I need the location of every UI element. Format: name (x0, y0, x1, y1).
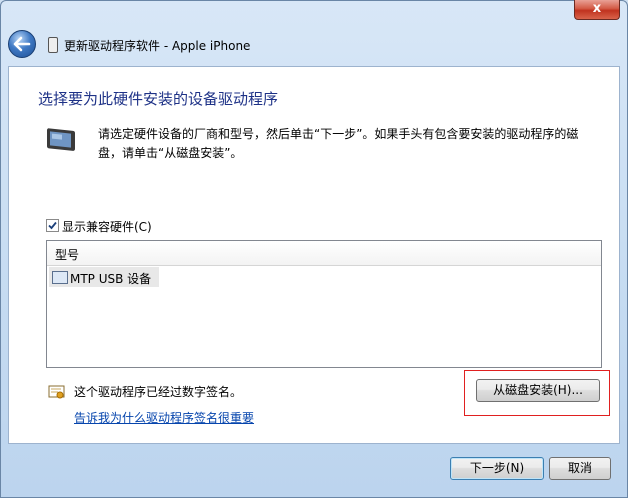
title-bar: 更新驱动程序软件 - Apple iPhone (8, 30, 608, 60)
instruction-text: 请选定硬件设备的厂商和型号，然后单击“下一步”。如果手头有包含要安装的驱动程序的… (98, 127, 579, 160)
model-list-header[interactable]: 型号 (47, 241, 601, 266)
back-arrow-icon (13, 36, 31, 52)
certificate-icon (48, 385, 65, 399)
page-heading: 选择要为此硬件安装的设备驱动程序 (38, 90, 279, 108)
have-disk-button[interactable]: 从磁盘安装(H)... (476, 379, 600, 402)
phone-icon (48, 37, 58, 53)
show-compatible-checkbox[interactable] (46, 219, 59, 232)
window-title: 更新驱动程序软件 - Apple iPhone (64, 39, 251, 53)
back-button[interactable] (8, 30, 36, 58)
model-list-item[interactable]: MTP USB 设备 (49, 267, 159, 287)
monitor-icon (47, 128, 75, 151)
signature-status-text: 这个驱动程序已经过数字签名。 (74, 385, 243, 399)
model-list[interactable]: 型号 MTP USB 设备 (46, 240, 602, 368)
signing-info-link[interactable]: 告诉我为什么驱动程序签名很重要 (74, 409, 254, 426)
cancel-button[interactable]: 取消 (549, 457, 611, 480)
device-icon (52, 271, 68, 284)
show-compatible-label[interactable]: 显示兼容硬件(C) (62, 218, 152, 235)
checkmark-icon (48, 221, 57, 230)
close-button[interactable]: x (574, 0, 620, 20)
model-column-label: 型号 (55, 248, 80, 262)
model-item-label: MTP USB 设备 (70, 272, 152, 286)
next-button[interactable]: 下一步(N) (450, 457, 544, 480)
